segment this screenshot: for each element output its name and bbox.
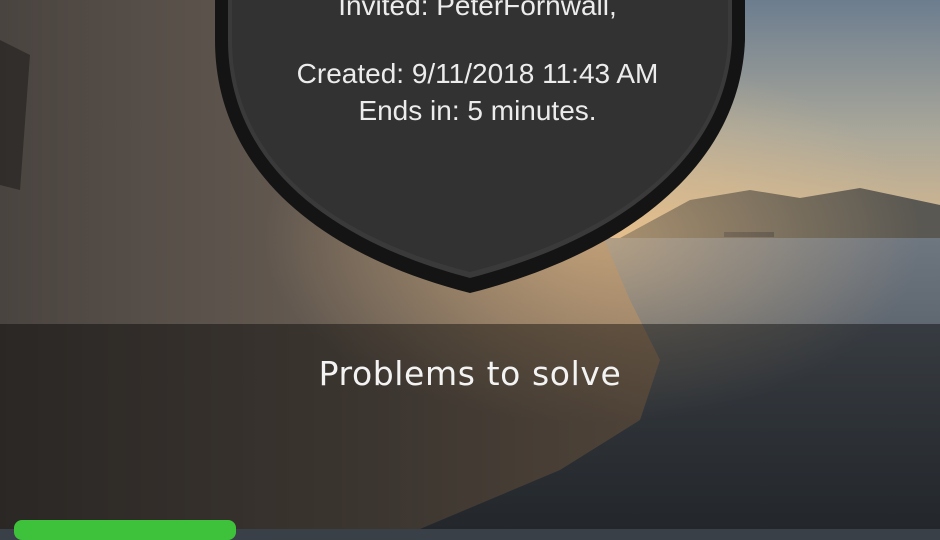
invited-label: Invited: PeterFornwall, xyxy=(338,0,617,21)
action-button[interactable] xyxy=(14,520,236,540)
created-label: Created: 9/11/2018 11:43 AM xyxy=(296,58,659,89)
section-title: Problems to solve xyxy=(318,354,622,393)
ends-in-label: Ends in: 5 minutes. xyxy=(358,95,597,126)
